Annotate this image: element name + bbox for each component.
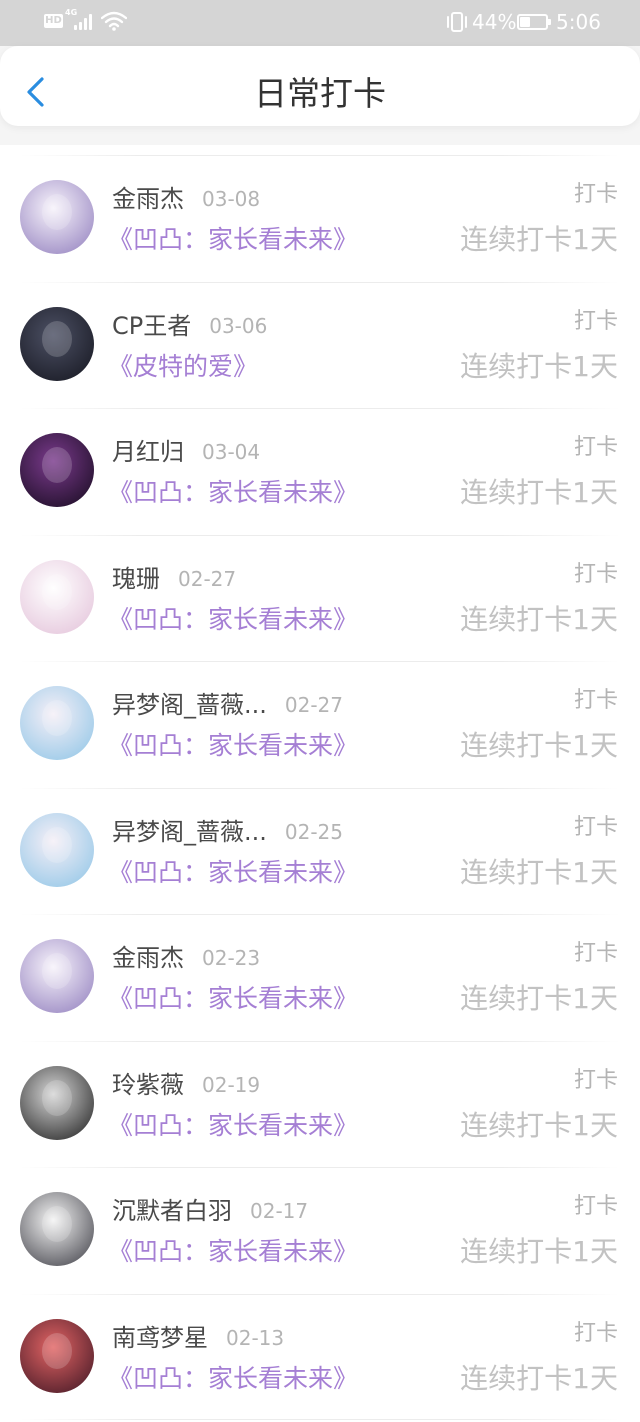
checkin-label: 打卡 bbox=[573, 308, 618, 334]
streak-text: 连续打卡1天 bbox=[460, 1108, 618, 1142]
book-title[interactable]: 《凹凸：家长看未来》 bbox=[108, 478, 358, 508]
checkin-date: 02-13 bbox=[226, 1325, 285, 1350]
user-name[interactable]: 金雨杰 bbox=[112, 943, 184, 973]
checkin-list-item[interactable]: 瑰珊 02-27 《凹凸：家长看未来》 打卡 连续打卡1天 bbox=[0, 534, 640, 662]
book-title[interactable]: 《凹凸：家长看未来》 bbox=[108, 1364, 358, 1394]
checkin-label: 打卡 bbox=[573, 688, 618, 713]
avatar[interactable] bbox=[20, 812, 94, 887]
user-name[interactable]: 沉默者白羽 bbox=[112, 1196, 232, 1226]
user-name[interactable]: 异梦阁_蔷薇... bbox=[112, 690, 267, 720]
hd-badge: HD bbox=[44, 14, 63, 28]
avatar[interactable] bbox=[20, 433, 94, 507]
user-name[interactable]: 玲紫薇 bbox=[112, 1070, 184, 1100]
avatar[interactable] bbox=[20, 1192, 94, 1266]
avatar[interactable] bbox=[20, 306, 94, 381]
checkin-date: 02-19 bbox=[202, 1072, 261, 1097]
top-navigation-bar: 日常打卡 bbox=[0, 46, 640, 126]
checkin-list-item[interactable]: 异梦阁_蔷薇... 02-25 《凹凸：家长看未来》 打卡 连续打卡1天 bbox=[0, 787, 640, 915]
checkin-label: 打卡 bbox=[573, 182, 618, 207]
checkin-date: 02-25 bbox=[284, 819, 344, 844]
checkin-date: 03-06 bbox=[209, 313, 268, 338]
checkin-date: 02-27 bbox=[284, 693, 344, 717]
book-title[interactable]: 《凹凸：家长看未来》 bbox=[108, 225, 358, 255]
signal-bars-icon bbox=[74, 12, 96, 30]
user-name[interactable]: 月红归 bbox=[112, 437, 184, 467]
item-header-row: 金雨杰 03-08 bbox=[112, 184, 260, 214]
vibrate-icon bbox=[447, 12, 467, 32]
checkin-label: 打卡 bbox=[573, 1194, 618, 1219]
avatar[interactable] bbox=[20, 1065, 94, 1140]
checkin-list-item[interactable]: 异梦阁_蔷薇... 02-27 《凹凸：家长看未来》 打卡 连续打卡1天 bbox=[0, 661, 640, 788]
item-header-row: 玲紫薇 02-19 bbox=[112, 1070, 260, 1100]
checkin-list-item[interactable]: 沉默者白羽 02-17 《凹凸：家长看未来》 打卡 连续打卡1天 bbox=[0, 1167, 640, 1294]
avatar[interactable] bbox=[20, 1318, 94, 1393]
streak-text: 连续打卡1天 bbox=[460, 349, 618, 383]
item-header-row: 沉默者白羽 02-17 bbox=[112, 1196, 308, 1226]
streak-text: 连续打卡1天 bbox=[460, 729, 618, 762]
avatar[interactable] bbox=[20, 180, 94, 254]
streak-text: 连续打卡1天 bbox=[460, 982, 618, 1015]
checkin-date: 02-17 bbox=[250, 1199, 309, 1223]
checkin-list-item[interactable]: 南鸢梦星 02-13 《凹凸：家长看未来》 打卡 连续打卡1天 bbox=[0, 1293, 640, 1421]
page-title: 日常打卡 bbox=[254, 74, 386, 113]
user-name[interactable]: 瑰珊 bbox=[112, 564, 160, 594]
item-header-row: 南鸢梦星 02-13 bbox=[112, 1323, 284, 1353]
streak-text: 连续打卡1天 bbox=[460, 1235, 618, 1268]
user-name[interactable]: 异梦阁_蔷薇... bbox=[112, 817, 267, 847]
streak-text: 连续打卡1天 bbox=[460, 476, 618, 509]
book-title[interactable]: 《凹凸：家长看未来》 bbox=[108, 984, 358, 1014]
checkin-list-item[interactable]: CP王者 03-06 《皮特的爱》 打卡 连续打卡1天 bbox=[0, 281, 640, 409]
checkin-list-item[interactable]: 月红归 03-04 《凹凸：家长看未来》 打卡 连续打卡1天 bbox=[0, 408, 640, 535]
avatar[interactable] bbox=[20, 939, 94, 1013]
battery-percentage: 44% bbox=[472, 10, 517, 34]
checkin-label: 打卡 bbox=[573, 561, 618, 587]
streak-text: 连续打卡1天 bbox=[460, 602, 618, 636]
checkin-date: 03-04 bbox=[202, 440, 261, 464]
checkin-list[interactable]: 金雨杰 03-08 《凹凸：家长看未来》 打卡 连续打卡1天 CP王者 03-0… bbox=[0, 145, 640, 1422]
checkin-label: 打卡 bbox=[573, 941, 618, 966]
item-header-row: CP王者 03-06 bbox=[112, 311, 267, 341]
book-title[interactable]: 《皮特的爱》 bbox=[108, 352, 258, 382]
streak-text: 连续打卡1天 bbox=[460, 223, 618, 256]
checkin-list-item[interactable]: 金雨杰 02-23 《凹凸：家长看未来》 打卡 连续打卡1天 bbox=[0, 914, 640, 1041]
avatar[interactable] bbox=[20, 559, 94, 634]
item-header-row: 月红归 03-04 bbox=[112, 437, 260, 467]
book-title[interactable]: 《凹凸：家长看未来》 bbox=[108, 858, 358, 888]
item-header-row: 金雨杰 02-23 bbox=[112, 943, 260, 973]
user-name[interactable]: CP王者 bbox=[112, 311, 191, 341]
book-title[interactable]: 《凹凸：家长看未来》 bbox=[108, 1237, 358, 1267]
checkin-list-item[interactable]: 金雨杰 03-08 《凹凸：家长看未来》 打卡 连续打卡1天 bbox=[0, 155, 640, 282]
item-header-row: 异梦阁_蔷薇... 02-27 bbox=[112, 690, 343, 720]
item-header-row: 异梦阁_蔷薇... 02-25 bbox=[112, 817, 343, 847]
checkin-list-item[interactable]: 玲紫薇 02-19 《凹凸：家长看未来》 打卡 连续打卡1天 bbox=[0, 1040, 640, 1168]
clock: 5:06 bbox=[556, 10, 601, 34]
streak-text: 连续打卡1天 bbox=[460, 855, 618, 889]
checkin-label: 打卡 bbox=[573, 814, 618, 840]
checkin-date: 02-23 bbox=[202, 946, 261, 970]
checkin-date: 03-08 bbox=[202, 187, 261, 211]
book-title[interactable]: 《凹凸：家长看未来》 bbox=[108, 605, 358, 635]
checkin-label: 打卡 bbox=[573, 1067, 618, 1093]
checkin-label: 打卡 bbox=[573, 435, 618, 460]
book-title[interactable]: 《凹凸：家长看未来》 bbox=[108, 1111, 358, 1141]
battery-level-fill bbox=[520, 17, 530, 27]
user-name[interactable]: 南鸢梦星 bbox=[112, 1323, 208, 1353]
item-header-row: 瑰珊 02-27 bbox=[112, 564, 236, 594]
avatar[interactable] bbox=[20, 686, 94, 760]
checkin-label: 打卡 bbox=[573, 1320, 618, 1346]
checkin-date: 02-27 bbox=[178, 566, 237, 591]
user-name[interactable]: 金雨杰 bbox=[112, 184, 184, 214]
streak-text: 连续打卡1天 bbox=[460, 1361, 618, 1395]
status-bar: HD 4G 44% 5:06 bbox=[0, 0, 640, 46]
wifi-icon bbox=[101, 11, 127, 31]
book-title[interactable]: 《凹凸：家长看未来》 bbox=[108, 731, 358, 761]
battery-icon bbox=[517, 14, 551, 30]
